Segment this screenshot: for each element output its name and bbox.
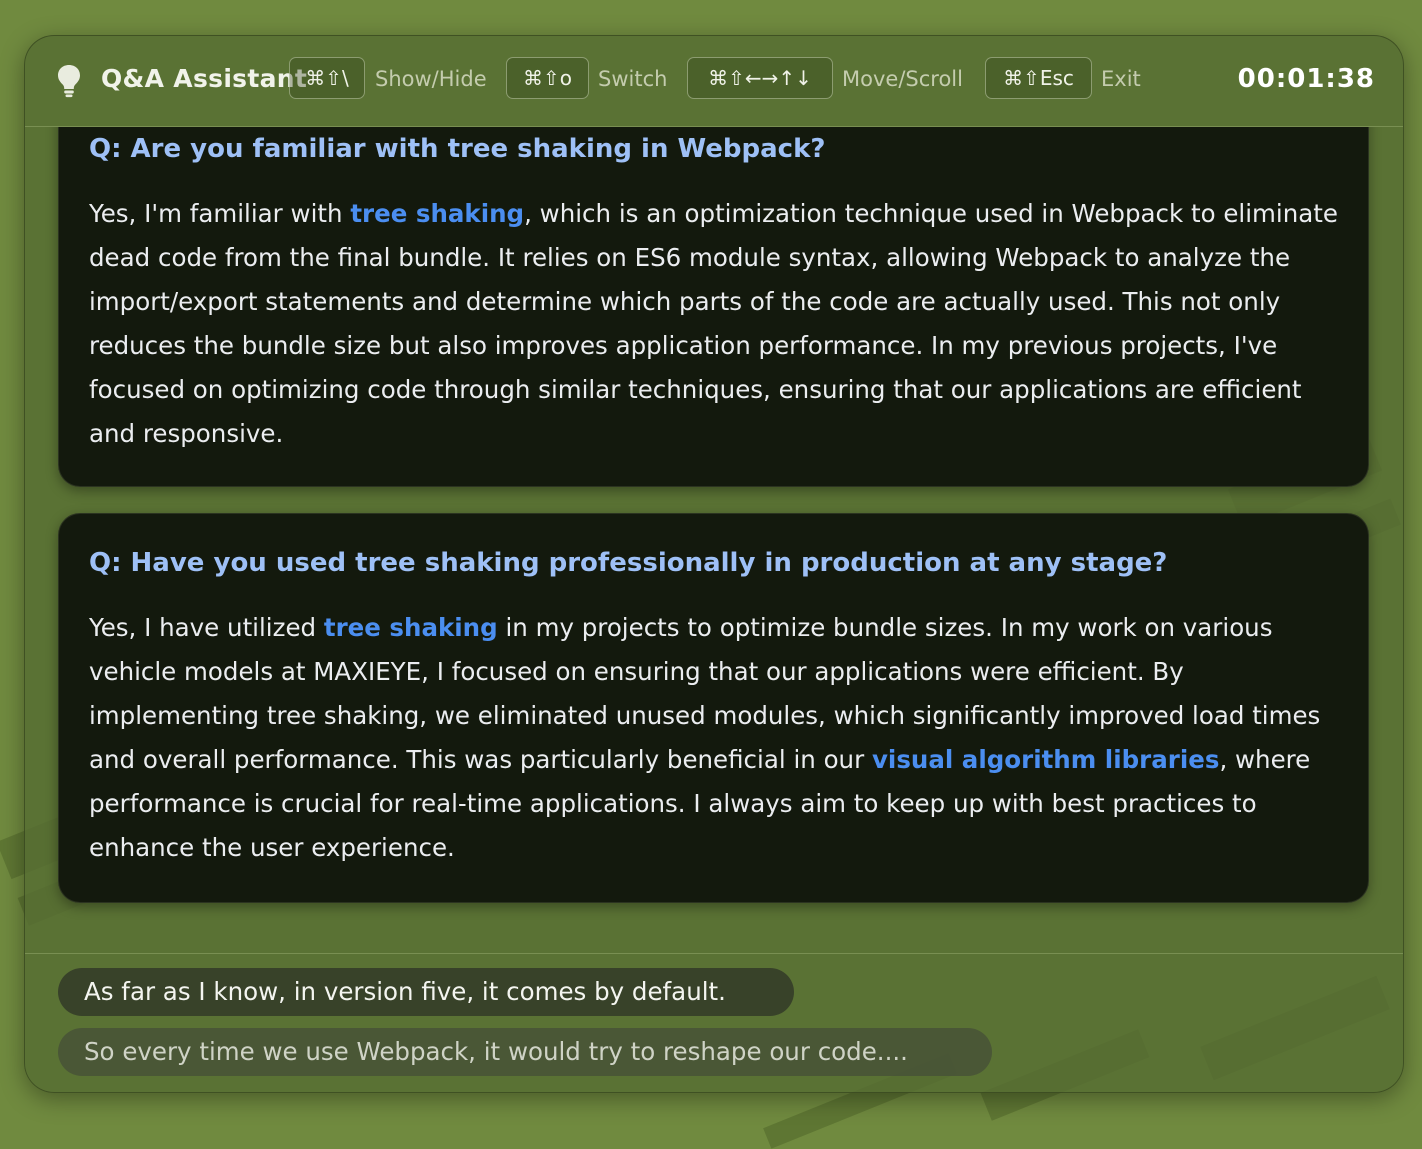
- answer-highlight: visual algorithm libraries: [871, 745, 1220, 774]
- transcript-area: As far as I know, in version five, it co…: [25, 953, 1403, 1092]
- lightbulb-icon: [58, 65, 80, 98]
- qa-card: Q: Have you used tree shaking profession…: [58, 513, 1369, 903]
- transcript-interim-bubble: So every time we use Webpack, it would t…: [58, 1028, 992, 1076]
- toolbar: Q&A Assistant ⌘⇧\ Show/Hide ⌘⇧o Switch ⌘…: [25, 36, 1403, 127]
- session-timer: 00:01:38: [1237, 64, 1375, 94]
- answer-text: Yes, I'm familiar with tree shaking, whi…: [89, 199, 1338, 448]
- shortcut-label-show-hide: Show/Hide: [375, 67, 487, 91]
- app-title: Q&A Assistant: [101, 64, 308, 93]
- answer-text: Yes, I have utilized tree shaking in my …: [89, 613, 1321, 862]
- assistant-window: Q&A Assistant ⌘⇧\ Show/Hide ⌘⇧o Switch ⌘…: [24, 35, 1404, 1093]
- answer-highlight: tree shaking: [323, 613, 498, 642]
- question-text: Q: Are you familiar with tree shaking in…: [89, 134, 826, 164]
- shortcut-key-move-scroll[interactable]: ⌘⇧←→↑↓: [687, 57, 833, 99]
- answer-highlight: tree shaking: [350, 199, 525, 228]
- shortcut-key-switch[interactable]: ⌘⇧o: [506, 57, 589, 99]
- shortcut-label-exit: Exit: [1101, 67, 1141, 91]
- shortcut-label-switch: Switch: [598, 67, 668, 91]
- shortcut-key-exit[interactable]: ⌘⇧Esc: [985, 57, 1092, 99]
- shortcut-key-show-hide[interactable]: ⌘⇧\: [289, 57, 365, 99]
- question-text: Q: Have you used tree shaking profession…: [89, 548, 1168, 578]
- qa-scroll-area[interactable]: Q: Are you familiar with tree shaking in…: [25, 127, 1403, 953]
- shortcut-label-move-scroll: Move/Scroll: [842, 67, 963, 91]
- qa-card: Q: Are you familiar with tree shaking in…: [58, 127, 1369, 487]
- transcript-final-bubble: As far as I know, in version five, it co…: [58, 968, 794, 1016]
